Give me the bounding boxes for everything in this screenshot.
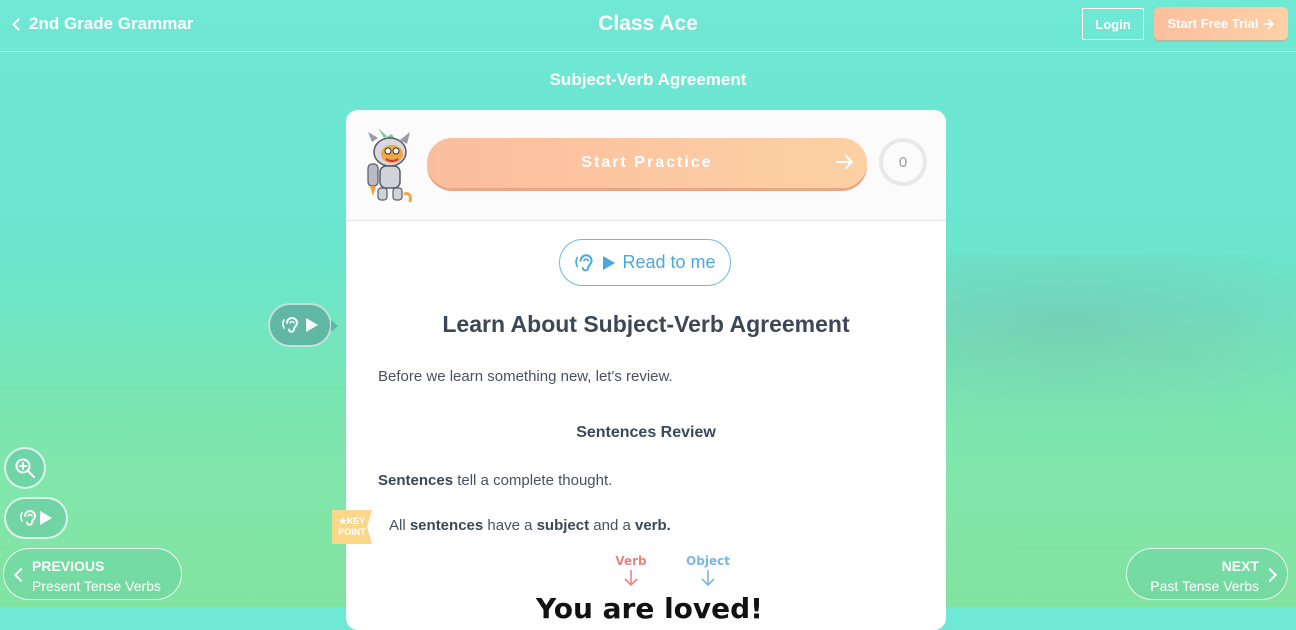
key-point-badge-line2: POINT [338, 527, 366, 537]
object-label: Object [686, 554, 730, 568]
key-point-text-a: All [389, 517, 410, 534]
lesson-title: Learn About Subject-Verb Agreement [442, 311, 850, 337]
start-free-trial-button[interactable]: Start Free Trial [1154, 7, 1288, 40]
play-icon [306, 318, 318, 332]
lesson-card: Start Practice 0 Read to me Learn About … [346, 110, 946, 630]
sentences-definition: Sentences tell a complete thought. [378, 472, 612, 489]
page-title: Subject-Verb Agreement [549, 70, 747, 89]
login-button[interactable]: Login [1082, 8, 1144, 40]
sentence-diagram: Verb Object You are loved! [535, 554, 763, 625]
next-key: NEXT [1221, 558, 1259, 574]
key-point-text-e: and a [589, 517, 635, 534]
ear-icon [282, 317, 299, 333]
audio-toggle-button[interactable] [4, 497, 68, 539]
example-sentence: You are loved! [535, 592, 763, 625]
play-icon [40, 511, 52, 525]
verb-arrow-icon [624, 570, 638, 587]
start-practice-label: Start Practice [581, 154, 713, 171]
verb-label: Verb [615, 554, 647, 568]
object-arrow-icon [701, 570, 715, 587]
play-icon [603, 255, 616, 270]
sentences-definition-rest: tell a complete thought. [453, 472, 613, 489]
key-point-badge-line1: ★KEY [338, 516, 366, 526]
ear-icon [20, 510, 37, 526]
previous-title: Present Tense Verbs [32, 578, 161, 594]
top-bar: 2nd Grade Grammar Class Ace Login Start … [0, 0, 1296, 52]
intro-text: Before we learn something new, let's rev… [378, 368, 673, 385]
key-point-text: All sentences have a subject and a verb. [389, 517, 671, 534]
arrow-right-icon [836, 155, 854, 169]
previous-lesson-button[interactable]: PREVIOUS Present Tense Verbs [3, 548, 182, 600]
lesson-card-header: Start Practice 0 [346, 110, 946, 221]
read-to-me-label: Read to me [622, 252, 716, 272]
chevron-right-icon [1262, 567, 1278, 583]
zoom-in-button[interactable] [4, 447, 46, 489]
previous-key: PREVIOUS [32, 558, 105, 574]
read-to-me-button[interactable]: Read to me [559, 239, 731, 286]
sentences-term: Sentences [378, 472, 454, 489]
chevron-left-icon [13, 567, 29, 583]
key-point-sentences: sentences [409, 517, 484, 534]
next-lesson-button[interactable]: NEXT Past Tense Verbs [1126, 548, 1288, 600]
key-point-subject: subject [536, 517, 590, 534]
key-point-badge: ★KEY POINT [332, 510, 372, 544]
score-counter: 0 [879, 138, 927, 186]
start-practice-button[interactable]: Start Practice [427, 138, 867, 188]
ear-icon [575, 253, 594, 271]
next-title: Past Tense Verbs [1150, 578, 1259, 594]
key-point-verb: verb. [634, 517, 671, 534]
review-heading: Sentences Review [576, 424, 716, 441]
read-aloud-side-button[interactable] [268, 303, 338, 347]
zoom-in-icon [15, 458, 35, 478]
fox-mascot-icon [367, 128, 412, 203]
arrow-right-icon [1262, 18, 1274, 29]
start-free-trial-label: Start Free Trial [1167, 16, 1259, 31]
key-point-text-c: have a [483, 517, 537, 534]
